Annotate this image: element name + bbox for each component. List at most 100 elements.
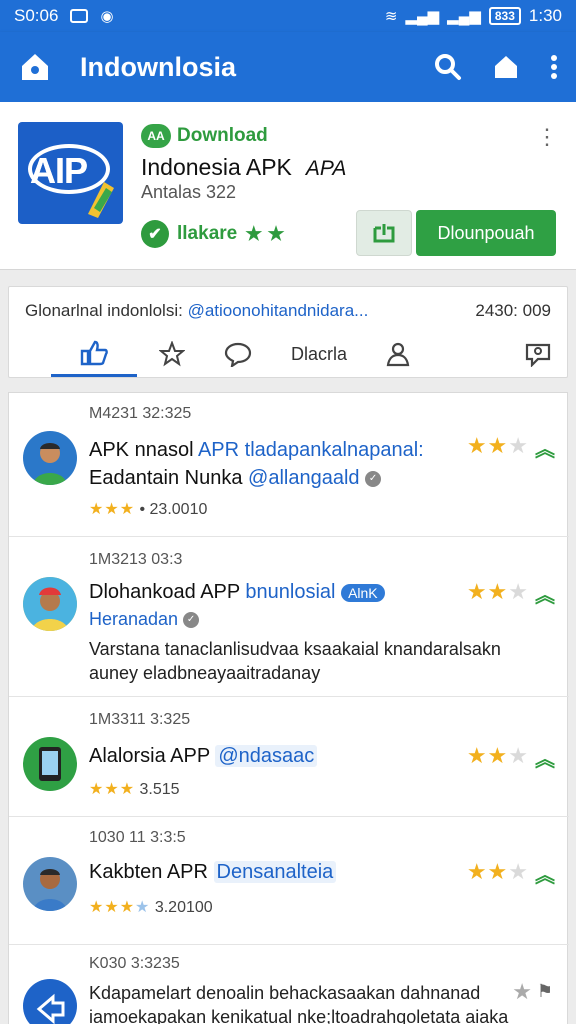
- notification-icon: [70, 9, 89, 23]
- star-icon: [159, 341, 185, 367]
- meta-stars: ★★★: [89, 781, 136, 798]
- tab-header-left: Glonarlnal indonlolsi: @atioonohitandnid…: [25, 301, 368, 321]
- logo-text: AIP: [30, 150, 88, 191]
- review-title: APK nnasol APR tladapankalnapanal:: [89, 439, 424, 462]
- app-name-scribble: APA: [305, 157, 347, 180]
- check-icon: ✔: [141, 220, 169, 248]
- tab-comments[interactable]: [213, 331, 263, 377]
- signal-icon: ▂▄▆: [405, 7, 440, 25]
- review-author-handle[interactable]: @allangaald: [248, 467, 360, 489]
- review-body-line1: Kdapamelart denoalin behackasaakan dahna…: [89, 983, 481, 1003]
- review-author: Eadantain Nunka @allangaald ✓: [89, 467, 382, 490]
- review-meta: ★★★ • 23.0010: [89, 499, 207, 519]
- meta-text: • 23.0010: [139, 501, 208, 518]
- card-more-icon[interactable]: ⋮: [536, 124, 558, 150]
- logo-arrow-icon: [88, 182, 114, 218]
- review-item[interactable]: 1M3213 03:3 Dlohankoad APP bnunlosial Al…: [9, 537, 569, 697]
- rating-text: llakare: [177, 223, 238, 244]
- review-handle[interactable]: @ndasaac: [215, 745, 318, 767]
- review-date: 1030 11 3:3:5: [89, 829, 186, 846]
- meta-text: 3.515: [139, 781, 180, 798]
- more-vert-icon[interactable]: [550, 54, 558, 80]
- review-date: M4231 32:325: [89, 405, 192, 422]
- app-logo: AIP: [18, 122, 123, 224]
- share-button[interactable]: [356, 210, 412, 256]
- tab-favorite[interactable]: [147, 331, 197, 377]
- home-icon[interactable]: [18, 50, 52, 84]
- review-title: Dlohankoad APP bnunlosial AlnK: [89, 581, 385, 604]
- tab-header: Glonarlnal indonlolsi: @atioonohitandnid…: [25, 301, 551, 321]
- review-item[interactable]: 1M3311 3:325 Alalorsia APP @ndasaac ★★★ …: [9, 697, 569, 817]
- tab-text-label: Dlacrla: [290, 343, 347, 364]
- status-time-right: 1:30: [528, 6, 562, 25]
- meta-stars: ★★★: [89, 501, 136, 518]
- review-body-line2: auney eladbneayaaitradanay: [89, 663, 321, 683]
- tab-chat[interactable]: [513, 331, 563, 377]
- review-date: 1M3213 03:3: [89, 551, 183, 568]
- review-title: Kakbten APR Densanalteia: [89, 861, 337, 884]
- tab-card: Glonarlnal indonlolsi: @atioonohitandnid…: [8, 286, 568, 378]
- review-item[interactable]: M4231 32:325 APK nnasol APR tladapankaln…: [9, 393, 569, 537]
- review-rating: ★★★: [466, 579, 529, 604]
- expand-icon[interactable]: ︽: [535, 859, 555, 888]
- avatar[interactable]: [23, 431, 77, 485]
- review-item[interactable]: 1030 11 3:3:5 Kakbten APR Densanalteia ★…: [9, 817, 569, 945]
- meta-star-partial: ★: [135, 899, 151, 916]
- flag-icon[interactable]: ⚑: [537, 981, 553, 1002]
- rating-stars: ★ ★: [245, 223, 285, 245]
- expand-icon[interactable]: ︽: [535, 743, 555, 772]
- header-left-text: Glonarlnal indonlolsi:: [25, 301, 183, 320]
- review-title: Alalorsia APP @ndasaac: [89, 745, 318, 768]
- avatar[interactable]: [23, 577, 77, 631]
- download-label: AA Download: [141, 124, 268, 148]
- tab-header-right: 2430: 009: [475, 301, 551, 320]
- expand-icon[interactable]: ︽: [535, 433, 555, 462]
- review-date: K030 3:3235: [89, 955, 180, 972]
- review-body-line2: iamoekapakan kenikatual nke;ltoadrahqole…: [89, 1007, 509, 1024]
- download-badge: AA: [141, 124, 171, 148]
- review-rating: ★★★: [466, 743, 529, 768]
- app-rating: ✔ llakare ★ ★: [141, 220, 285, 248]
- review-author-handle[interactable]: Heranadan: [89, 609, 178, 629]
- avatar[interactable]: [23, 737, 77, 791]
- app-info-card: AIP AA Download Indonesia APK APA Antalas…: [0, 102, 576, 270]
- search-icon[interactable]: [434, 53, 462, 81]
- signal-2-icon: ▂▄▆: [447, 7, 481, 25]
- review-meta: ★★★★ 3.20100: [89, 897, 213, 917]
- app-bar: Indownlosia: [0, 32, 576, 102]
- app-name-text: Indonesia APK: [141, 154, 292, 180]
- download-button[interactable]: Dlounpouah: [416, 210, 556, 256]
- avatar[interactable]: [23, 857, 77, 911]
- review-rating: ★★★: [466, 859, 529, 884]
- reviews-list: M4231 32:325 APK nnasol APR tladapankaln…: [8, 392, 569, 1024]
- person-icon: [386, 342, 410, 367]
- download-label-text: Download: [177, 125, 268, 146]
- house-icon[interactable]: [492, 53, 520, 81]
- wifi-icon: ≋: [384, 7, 398, 25]
- header-handle[interactable]: @atioonohitandnidara...: [188, 301, 369, 320]
- review-rating: ★★★: [466, 433, 529, 458]
- tab-bar: Dlacrla: [9, 331, 567, 377]
- avatar[interactable]: [23, 979, 77, 1024]
- share-icon: [373, 224, 395, 243]
- review-author: Heranadan ✓: [89, 609, 200, 630]
- battery-icon: 833: [488, 7, 521, 25]
- tab-profile[interactable]: [373, 331, 423, 377]
- review-author-a: Eadantain Nunka: [89, 467, 249, 489]
- review-title-a: Dlohankoad APP: [89, 581, 246, 603]
- meta-stars: ★★★: [89, 899, 136, 916]
- review-item[interactable]: K030 3:3235 Kdapamelart denoalin behacka…: [9, 945, 569, 1024]
- thumbs-up-icon: [80, 340, 108, 365]
- app-chip[interactable]: AlnK: [341, 583, 385, 602]
- review-title-b: APR tladapankalnapanal:: [197, 439, 424, 461]
- review-handle[interactable]: Densanalteia: [213, 861, 337, 883]
- meta-text: 3.20100: [154, 899, 213, 916]
- tab-text[interactable]: Dlacrla: [279, 331, 359, 377]
- status-time-left: S0:06: [14, 6, 59, 25]
- review-title-a: APK nnasol: [89, 439, 198, 461]
- expand-icon[interactable]: ︽: [535, 579, 555, 608]
- chat-icon: [525, 343, 551, 367]
- review-title-b: bnunlosial: [245, 581, 336, 603]
- speech-bubble-icon: [224, 342, 252, 367]
- tab-like[interactable]: [51, 331, 137, 377]
